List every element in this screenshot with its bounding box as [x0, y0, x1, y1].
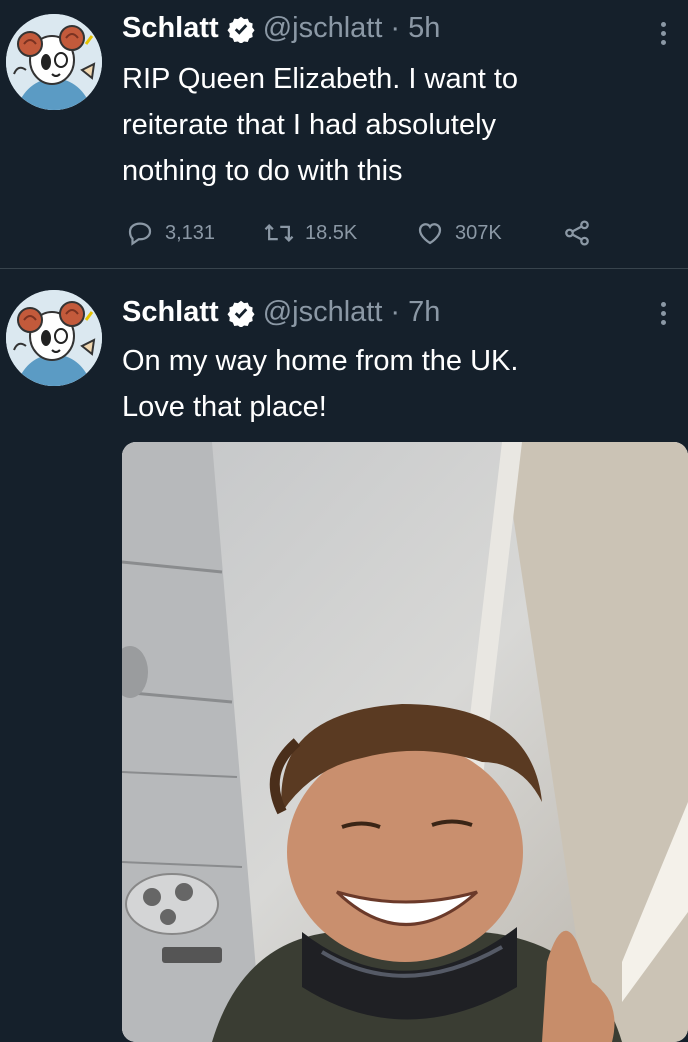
- author-handle[interactable]: @jschlatt: [263, 12, 383, 45]
- tweet-photo[interactable]: [122, 442, 688, 1042]
- reply-icon: [128, 222, 152, 246]
- more-options-icon[interactable]: [660, 302, 668, 330]
- tweet[interactable]: Schlatt @jschlatt · 5h RIP Queen Elizabe…: [0, 0, 688, 268]
- share-icon: [565, 220, 589, 246]
- author-name[interactable]: Schlatt: [122, 12, 219, 45]
- cartoon-ram-avatar-icon: [6, 14, 102, 110]
- separator-dot: ·: [390, 296, 401, 328]
- tweet-divider: [0, 268, 688, 269]
- tweet-text: On my way home from the UK. Love that pl…: [122, 345, 519, 423]
- author-avatar[interactable]: [6, 14, 102, 110]
- author-handle[interactable]: @jschlatt: [263, 296, 383, 329]
- tweet-text: RIP Queen Elizabeth. I want to reiterate…: [122, 63, 519, 187]
- more-options-icon[interactable]: [660, 22, 668, 50]
- cartoon-ram-avatar-icon: [6, 290, 102, 386]
- reply-button[interactable]: 3,131: [125, 218, 215, 248]
- tweet-header: Schlatt @jschlatt · 7h: [122, 296, 648, 329]
- tweet[interactable]: Schlatt @jschlatt · 7h On my way home fr…: [0, 270, 688, 1042]
- author-avatar[interactable]: [6, 290, 102, 386]
- reply-count: 3,131: [165, 221, 216, 244]
- selfie-photo: [122, 442, 688, 1042]
- verified-badge-icon: [227, 300, 255, 327]
- tweet-header: Schlatt @jschlatt · 5h: [122, 12, 648, 45]
- author-name[interactable]: Schlatt: [122, 296, 219, 329]
- retweet-count: 18.5K: [305, 221, 358, 244]
- share-button[interactable]: [562, 218, 602, 248]
- heart-icon: [418, 223, 442, 245]
- retweet-icon: [264, 224, 294, 242]
- like-button[interactable]: 307K: [415, 218, 502, 248]
- retweet-button[interactable]: 18.5K: [263, 218, 357, 248]
- tweet-timestamp[interactable]: 7h: [408, 296, 440, 329]
- separator-dot: ·: [390, 12, 401, 44]
- verified-badge-icon: [227, 16, 255, 43]
- like-count: 307K: [455, 221, 502, 244]
- tweet-timestamp[interactable]: 5h: [408, 12, 440, 45]
- tweet-actions: 3,131 18.5K 307K: [125, 218, 625, 252]
